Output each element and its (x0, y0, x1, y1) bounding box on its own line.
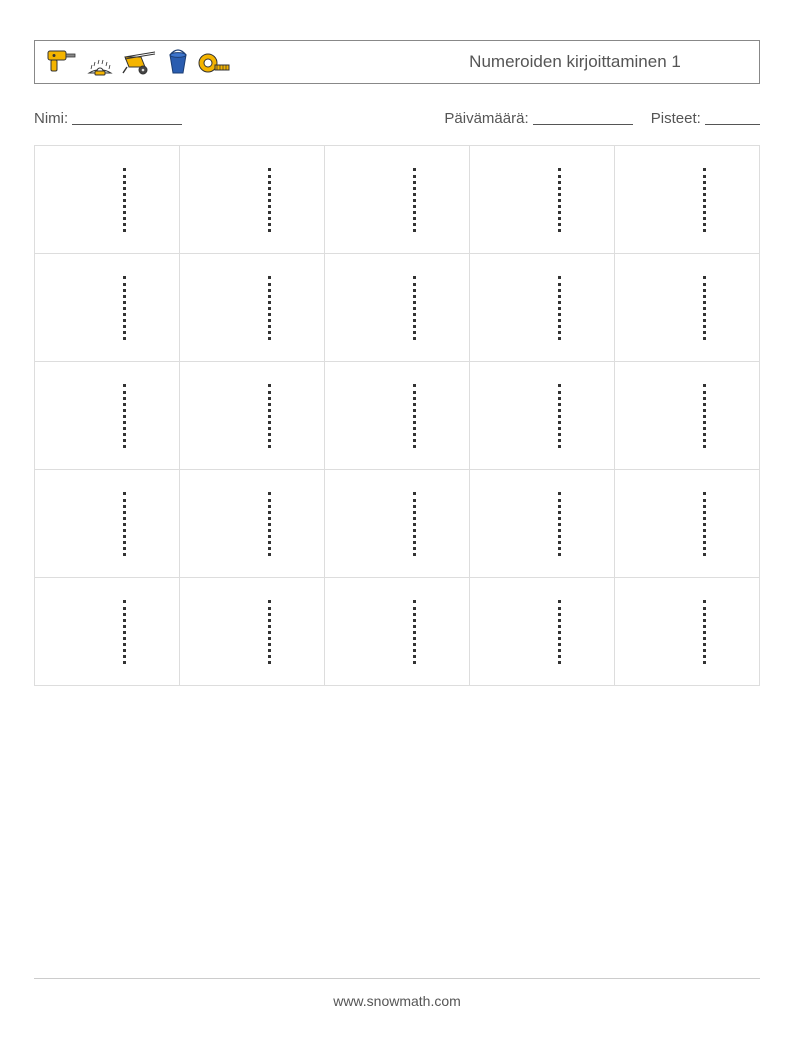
tracing-cell[interactable] (325, 470, 470, 578)
tracing-cell[interactable] (615, 146, 760, 254)
tracing-cell[interactable] (35, 578, 180, 686)
tracing-cell[interactable] (180, 146, 325, 254)
trace-glyph-1 (703, 600, 707, 664)
name-field: Nimi: (34, 108, 444, 127)
trace-glyph-1 (558, 384, 562, 448)
name-blank[interactable] (72, 110, 182, 125)
tracing-cell[interactable] (325, 362, 470, 470)
tracing-row (35, 146, 760, 254)
tracing-cell[interactable] (35, 254, 180, 362)
drill-icon (45, 47, 79, 77)
trace-glyph-1 (268, 384, 272, 448)
tracing-row (35, 470, 760, 578)
tracing-cell[interactable] (470, 362, 615, 470)
trace-glyph-1 (558, 168, 562, 232)
tracing-row (35, 578, 760, 686)
tracing-cell[interactable] (35, 362, 180, 470)
tracing-cell[interactable] (615, 362, 760, 470)
trace-glyph-1 (123, 168, 127, 232)
tracing-row (35, 254, 760, 362)
name-label: Nimi: (34, 110, 68, 127)
trace-glyph-1 (268, 492, 272, 556)
trace-glyph-1 (123, 600, 127, 664)
score-blank[interactable] (705, 110, 760, 125)
tracing-cell[interactable] (615, 470, 760, 578)
footer-url: www.snowmath.com (333, 993, 461, 1009)
tracing-cell[interactable] (180, 362, 325, 470)
score-label: Pisteet: (651, 110, 701, 127)
trace-glyph-1 (413, 384, 417, 448)
trace-glyph-1 (123, 492, 127, 556)
trace-glyph-1 (268, 276, 272, 340)
tracing-cell[interactable] (180, 254, 325, 362)
trace-glyph-1 (703, 384, 707, 448)
tracing-row (35, 362, 760, 470)
worksheet-title: Numeroiden kirjoittaminen 1 (231, 52, 749, 72)
score-field: Pisteet: (651, 108, 760, 127)
meta-row: Nimi: Päivämäärä: Pisteet: (34, 108, 760, 127)
tracing-grid (34, 145, 760, 686)
date-blank[interactable] (533, 110, 633, 125)
tracing-cell[interactable] (470, 578, 615, 686)
tool-icon-row (45, 47, 231, 77)
trace-glyph-1 (558, 276, 562, 340)
tracing-cell[interactable] (180, 470, 325, 578)
trace-glyph-1 (123, 276, 127, 340)
trace-glyph-1 (123, 384, 127, 448)
trace-glyph-1 (413, 600, 417, 664)
footer: www.snowmath.com (34, 978, 760, 1009)
worksheet-header: Numeroiden kirjoittaminen 1 (34, 40, 760, 84)
trace-glyph-1 (703, 276, 707, 340)
tracing-cell[interactable] (325, 146, 470, 254)
wheelbarrow-icon (121, 47, 159, 77)
bucket-icon (165, 47, 191, 77)
tracing-cell[interactable] (615, 578, 760, 686)
trace-glyph-1 (413, 492, 417, 556)
tracing-cell[interactable] (35, 146, 180, 254)
trace-glyph-1 (413, 168, 417, 232)
tracing-cell[interactable] (470, 254, 615, 362)
tracing-cell[interactable] (470, 146, 615, 254)
trace-glyph-1 (703, 168, 707, 232)
trace-glyph-1 (703, 492, 707, 556)
tape-measure-icon (197, 47, 231, 77)
tracing-cell[interactable] (615, 254, 760, 362)
trace-glyph-1 (558, 600, 562, 664)
tracing-cell[interactable] (325, 578, 470, 686)
trace-glyph-1 (268, 600, 272, 664)
tracing-cell[interactable] (470, 470, 615, 578)
trace-glyph-1 (413, 276, 417, 340)
saw-blade-icon (85, 47, 115, 77)
tracing-cell[interactable] (35, 470, 180, 578)
tracing-cell[interactable] (180, 578, 325, 686)
trace-glyph-1 (268, 168, 272, 232)
date-field: Päivämäärä: (444, 108, 632, 127)
trace-glyph-1 (558, 492, 562, 556)
tracing-cell[interactable] (325, 254, 470, 362)
date-label: Päivämäärä: (444, 110, 528, 127)
